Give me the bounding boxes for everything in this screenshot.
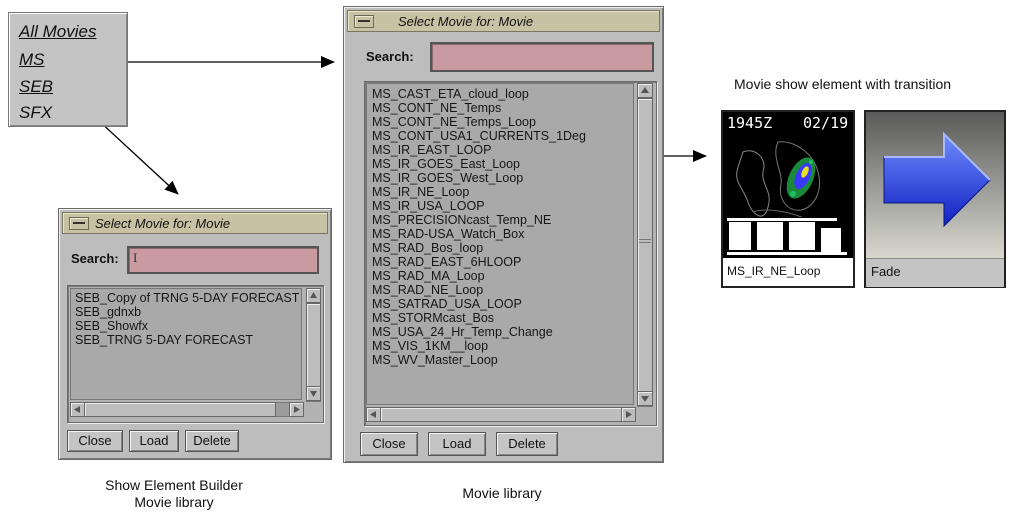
vertical-scroll-thumb[interactable]: [637, 98, 653, 392]
scroll-left-arrow-icon[interactable]: [366, 407, 381, 422]
list-item[interactable]: MS_CAST_ETA_cloud_loop: [372, 87, 628, 101]
vertical-scrollbar[interactable]: [306, 288, 321, 402]
movie-name-label: MS_IR_NE_Loop: [727, 264, 821, 278]
list-item[interactable]: SEB_Showfx: [75, 319, 297, 333]
scroll-down-arrow-icon[interactable]: [306, 386, 321, 401]
close-button[interactable]: Close: [360, 432, 418, 456]
search-input[interactable]: [430, 42, 654, 72]
list-item[interactable]: SEB_gdnxb: [75, 305, 297, 319]
window-title: Select Movie for: Movie: [398, 14, 534, 29]
list-item[interactable]: MS_WV_Master_Loop: [372, 353, 628, 367]
list-item[interactable]: MS_IR_USA_LOOP: [372, 199, 628, 213]
menu-item-seb[interactable]: SEB: [19, 77, 53, 97]
delete-button[interactable]: Delete: [496, 432, 558, 456]
vertical-scrollbar[interactable]: [637, 83, 653, 407]
horizontal-scroll-thumb[interactable]: [84, 402, 276, 417]
transition-label: Fade: [871, 264, 901, 279]
load-button[interactable]: Load: [428, 432, 486, 456]
movie-library-caption: Movie library: [462, 485, 542, 501]
seb-select-movie-window: Select Movie for: Movie Search: I SEB_Co…: [58, 208, 332, 460]
scroll-down-arrow-icon[interactable]: [637, 391, 653, 406]
list-item[interactable]: MS_SATRAD_USA_LOOP: [372, 297, 628, 311]
search-label: Search:: [71, 251, 119, 266]
list-item[interactable]: MS_RAD_NE_Loop: [372, 283, 628, 297]
menu-item-ms[interactable]: MS: [19, 50, 45, 70]
list-item[interactable]: MS_IR_GOES_East_Loop: [372, 157, 628, 171]
scroll-right-arrow-icon[interactable]: [621, 407, 636, 422]
scroll-left-arrow-icon[interactable]: [70, 402, 85, 417]
list-item[interactable]: MS_STORMcast_Bos: [372, 311, 628, 325]
list-item[interactable]: MS_CONT_NE_Temps: [372, 101, 628, 115]
list-item[interactable]: SEB_TRNG 5-DAY FORECAST: [75, 333, 297, 347]
movie-time-label: 1945Z: [727, 114, 773, 132]
window-titlebar[interactable]: Select Movie for: Movie: [62, 212, 328, 234]
list-item[interactable]: MS_IR_EAST_LOOP: [372, 143, 628, 157]
list-item[interactable]: SEB_Copy of TRNG 5-DAY FORECAST: [75, 291, 299, 305]
list-item[interactable]: MS_USA_24_Hr_Temp_Change: [372, 325, 628, 339]
scroll-up-arrow-icon[interactable]: [306, 288, 321, 303]
scroll-up-arrow-icon[interactable]: [637, 83, 653, 98]
list-item[interactable]: MS_IR_NE_Loop: [372, 185, 628, 199]
list-item[interactable]: MS_IR_GOES_West_Loop: [372, 171, 628, 185]
search-label: Search:: [366, 49, 414, 64]
movie-date-label: 02/19: [803, 114, 849, 132]
movie-thumbnail-card[interactable]: 1945Z 02/19 MS_IR_NE_Loop: [721, 110, 855, 288]
show-element-heading: Movie show element with transition: [734, 76, 952, 92]
window-menu-button[interactable]: [69, 217, 89, 230]
ms-select-movie-window: Select Movie for: Movie Search: MS_CAST_…: [343, 6, 664, 463]
list-item[interactable]: MS_CONT_NE_Temps_Loop: [372, 115, 628, 129]
horizontal-scrollbar[interactable]: [70, 402, 304, 417]
list-item[interactable]: MS_PRECISIONcast_Temp_NE: [372, 213, 628, 227]
menu-item-sfx[interactable]: SFX: [19, 103, 52, 123]
window-title: Select Movie for: Movie: [95, 216, 231, 231]
list-item[interactable]: MS_RAD_Bos_loop: [372, 241, 628, 255]
vertical-scroll-thumb[interactable]: [306, 303, 321, 387]
search-input[interactable]: I: [127, 246, 319, 274]
menu-item-all-movies[interactable]: All Movies: [19, 22, 96, 42]
scroll-right-arrow-icon[interactable]: [289, 402, 304, 417]
delete-button[interactable]: Delete: [185, 430, 239, 452]
window-titlebar[interactable]: Select Movie for: Movie: [347, 10, 660, 32]
arrow-transition-icon: [866, 112, 1004, 258]
list-item[interactable]: MS_RAD-USA_Watch_Box: [372, 227, 628, 241]
window-menu-button[interactable]: [354, 15, 374, 28]
list-item[interactable]: MS_CONT_USA1_CURRENTS_1Deg: [372, 129, 628, 143]
load-button[interactable]: Load: [129, 430, 179, 452]
movie-list[interactable]: SEB_Copy of TRNG 5-DAY FORECAST SEB_gdnx…: [70, 288, 302, 400]
horizontal-scrollbar[interactable]: [366, 407, 636, 422]
transition-card[interactable]: Fade: [864, 110, 1006, 288]
movie-list[interactable]: MS_CAST_ETA_cloud_loop MS_CONT_NE_Temps …: [366, 83, 634, 405]
seb-library-caption-line2: Movie library: [134, 494, 214, 510]
movie-category-menu: All Movies MS SEB SFX: [8, 12, 128, 127]
list-item[interactable]: MS_RAD_EAST_6HLOOP: [372, 255, 628, 269]
list-item[interactable]: MS_VIS_1KM__loop: [372, 339, 628, 353]
close-button[interactable]: Close: [67, 430, 123, 452]
horizontal-scroll-thumb[interactable]: [380, 407, 622, 422]
seb-library-caption-line1: Show Element Builder: [105, 477, 243, 493]
list-item[interactable]: MS_RAD_MA_Loop: [372, 269, 628, 283]
satellite-movie-preview: [723, 112, 853, 258]
